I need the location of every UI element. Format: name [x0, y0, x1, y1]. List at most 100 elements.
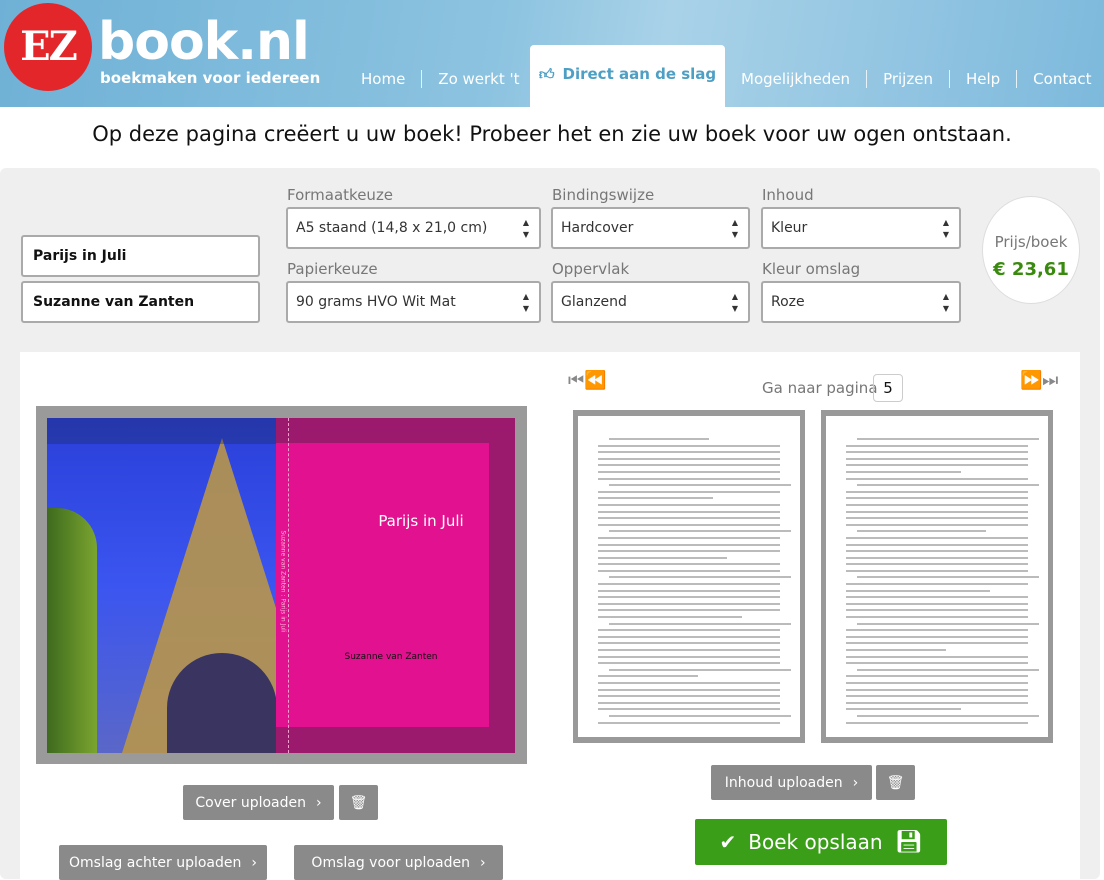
text-line: [598, 563, 780, 566]
text-line: [846, 629, 1028, 632]
floppy-disk-icon: 💾︎: [894, 829, 923, 855]
text-line: [598, 569, 780, 572]
text-line: [598, 589, 780, 592]
text-line: [846, 609, 1028, 612]
nav-label: Direct aan de slag: [562, 65, 717, 83]
nav-direct-aan-de-slag[interactable]: 👍︎ Direct aan de slag: [530, 45, 725, 107]
cover-upload-button[interactable]: Cover uploaden ›: [183, 785, 334, 820]
save-book-button[interactable]: ✔ Boek opslaan 💾︎: [695, 819, 947, 865]
text-line: [856, 484, 1039, 487]
content-upload-button[interactable]: Inhoud uploaden ›: [711, 765, 872, 800]
select-value: Hardcover: [561, 220, 634, 236]
text-line: [598, 662, 780, 665]
text-line: [846, 550, 1028, 553]
text-line: [846, 536, 1028, 539]
text-line: [598, 503, 780, 506]
last-page-icon[interactable]: ⏭: [1042, 370, 1058, 391]
text-line: [846, 721, 1028, 724]
divider: [866, 70, 868, 88]
text-line: [598, 596, 780, 599]
text-line: [598, 655, 780, 658]
text-line: [598, 556, 728, 559]
text-line: [846, 444, 1028, 447]
format-select[interactable]: A5 staand (14,8 x 21,0 cm) ▲ ▼: [286, 207, 541, 249]
nav-prijzen[interactable]: Prijzen: [883, 70, 933, 88]
front-cover: Parijs in Juli Suzanne van Zanten Suzann…: [276, 418, 515, 753]
text-line: [846, 543, 1028, 546]
text-line: [598, 490, 780, 493]
content-delete-button[interactable]: 🗑︎: [876, 765, 915, 800]
text-line: [598, 675, 699, 678]
prev-page-icon[interactable]: ⏪: [584, 370, 606, 391]
binding-select[interactable]: Hardcover ▲ ▼: [551, 207, 750, 249]
surface-select[interactable]: Glanzend ▲ ▼: [551, 281, 750, 323]
button-label: Omslag voor uploaden: [311, 854, 470, 871]
text-line: [598, 616, 742, 619]
text-line: [598, 550, 780, 553]
text-line: [846, 517, 1028, 520]
price-label: Prijs/boek: [994, 233, 1068, 251]
front-cover-upload-button[interactable]: Omslag voor uploaden ›: [294, 845, 503, 880]
divider: [948, 70, 950, 88]
text-line: [598, 517, 780, 520]
nav-zo-werkt[interactable]: Zo werkt 't: [438, 70, 519, 88]
back-cover-image: [47, 418, 276, 753]
text-line: [598, 444, 780, 447]
text-line: [608, 622, 791, 625]
divider: [1016, 70, 1018, 88]
chevron-right-icon: ›: [316, 794, 322, 811]
author-input[interactable]: Suzanne van Zanten: [21, 281, 260, 323]
cover-delete-button[interactable]: 🗑︎: [339, 785, 378, 820]
text-line: [598, 688, 780, 691]
nav-mogelijkheden[interactable]: Mogelijkheden: [741, 70, 850, 88]
text-line: [598, 649, 780, 651]
select-value: Glanzend: [561, 294, 627, 310]
content-select[interactable]: Kleur ▲ ▼: [761, 207, 961, 249]
header: EZ book.nl boekmaken voor iedereen Home …: [0, 0, 1104, 107]
text-line: [856, 576, 1039, 579]
price-badge: Prijs/boek € 23,61: [982, 196, 1080, 304]
content-label: Inhoud: [762, 186, 814, 204]
text-line: [846, 675, 1028, 678]
text-line: [846, 497, 1028, 500]
divider: [421, 70, 423, 88]
page-number-input[interactable]: 5: [873, 374, 903, 402]
text-line: [598, 583, 780, 586]
thumbs-up-icon: 👍︎: [538, 64, 555, 83]
back-cover-upload-button[interactable]: Omslag achter uploaden ›: [59, 845, 267, 880]
cover-color-select[interactable]: Roze ▲ ▼: [761, 281, 961, 323]
next-page-icon[interactable]: ⏩: [1020, 370, 1042, 391]
binding-label: Bindingswijze: [552, 186, 655, 204]
page-left: [573, 410, 805, 743]
cover-preview: Parijs in Juli Suzanne van Zanten Suzann…: [36, 406, 527, 764]
text-line: [598, 635, 780, 638]
nav-home[interactable]: Home: [361, 70, 405, 88]
chevron-right-icon: ›: [852, 774, 859, 791]
text-line: [846, 649, 947, 651]
text-line: [608, 530, 791, 533]
title-input[interactable]: Parijs in Juli: [21, 235, 260, 277]
nav-contact[interactable]: Contact: [1033, 70, 1091, 88]
first-page-icon[interactable]: ⏮: [568, 370, 584, 391]
next-last-page-buttons[interactable]: ⏩ ⏭: [1020, 370, 1058, 391]
text-line: [846, 642, 1028, 645]
first-prev-page-buttons[interactable]: ⏮ ⏪: [568, 370, 606, 391]
button-label: Omslag achter uploaden: [69, 854, 242, 871]
select-value: 90 grams HVO Wit Mat: [296, 294, 456, 310]
logo-wordmark[interactable]: book.nl: [98, 14, 310, 70]
text-line: [846, 688, 1028, 691]
text-line: [598, 701, 780, 704]
paper-select[interactable]: 90 grams HVO Wit Mat ▲ ▼: [286, 281, 541, 323]
spine-text: Suzanne van Zanten : Parijs in Juli: [279, 530, 287, 633]
select-value: Kleur: [771, 220, 808, 236]
nav-help[interactable]: Help: [966, 70, 1000, 88]
text-line: [846, 569, 1028, 572]
text-line: [598, 497, 713, 500]
text-line: [598, 523, 780, 526]
text-line: [846, 662, 1028, 665]
logo[interactable]: EZ: [4, 3, 92, 91]
text-line: [846, 510, 1028, 513]
nav-left: Home Zo werkt 't: [361, 68, 520, 90]
text-line: [598, 451, 780, 454]
nav-right: Mogelijkheden Prijzen Help Contact: [741, 68, 1092, 90]
